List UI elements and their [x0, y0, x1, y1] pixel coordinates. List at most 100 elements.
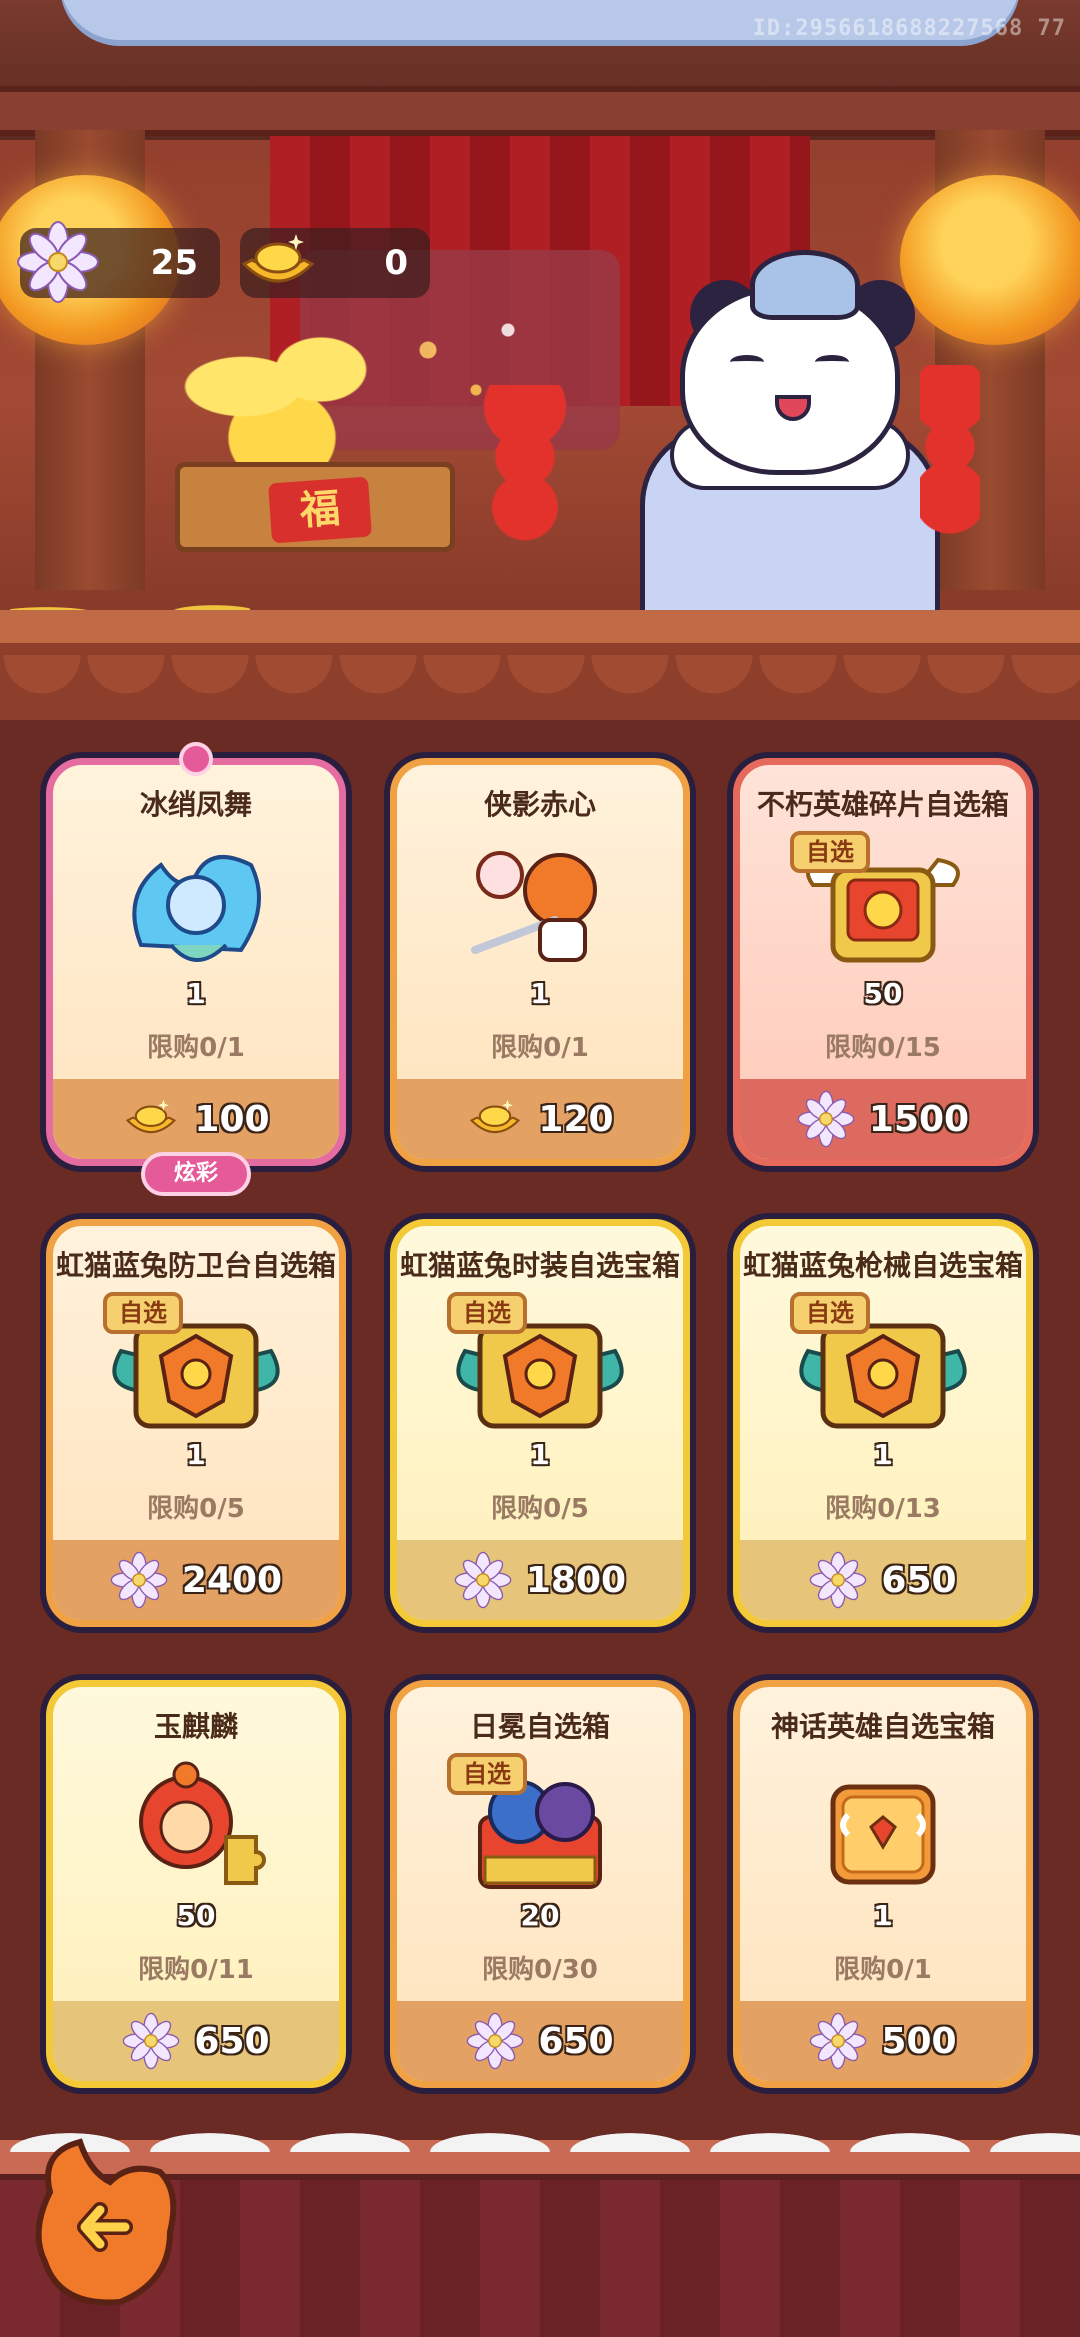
shop-item-card[interactable]: 日冕自选箱自选 20 限购0/30 650 — [384, 1674, 696, 2094]
price-bar[interactable]: 100 — [53, 1079, 339, 1159]
price-bar[interactable]: 1800 — [397, 1540, 683, 1620]
gem-ornament — [179, 742, 213, 776]
candied-haw-skewer — [920, 365, 980, 535]
item-title: 侠影赤心 — [483, 788, 596, 821]
item-quantity: 20 — [520, 1899, 560, 1932]
shop-item-card[interactable]: 神话英雄自选宝箱 1 限购0/1 500 — [727, 1674, 1039, 2094]
shop-item-card[interactable]: 不朽英雄碎片自选箱自选 50 限购0/15 1500 — [727, 752, 1039, 1172]
price-bar[interactable]: 2400 — [53, 1540, 339, 1620]
purchase-limit: 限购0/13 — [825, 1494, 941, 1524]
item-title: 虹猫蓝兔防卫台自选箱 — [55, 1249, 336, 1282]
shop-item-card[interactable]: 冰绡凤舞 1 限购0/1 100 炫彩 — [40, 742, 352, 1196]
item-quantity: 1 — [530, 977, 550, 1010]
card-frame: 冰绡凤舞 1 限购0/1 100 — [46, 758, 346, 1166]
lotus-icon — [454, 1551, 512, 1609]
item-title: 日冕自选箱 — [469, 1710, 610, 1743]
selectable-tag: 自选 — [790, 831, 870, 873]
item-title: 玉麒麟 — [153, 1710, 238, 1743]
item-price: 500 — [881, 2020, 957, 2062]
lotus-icon — [810, 2012, 867, 2070]
price-bar[interactable]: 650 — [53, 2001, 339, 2081]
shop-item-card[interactable]: 虹猫蓝兔时装自选宝箱自选 1 限购0/5 1800 — [384, 1213, 696, 1633]
roof-beam — [0, 86, 1080, 136]
candied-haws — [470, 385, 580, 565]
user-id: ID:2956618688227568 77 — [752, 16, 1066, 41]
purchase-limit: 限购0/1 — [834, 1955, 932, 1985]
shop-item-card[interactable]: 玉麒麟 50 限购0/11 650 — [40, 1674, 352, 2094]
purchase-limit: 限购0/30 — [482, 1955, 598, 1985]
shop-item-card[interactable]: 虹猫蓝兔枪械自选宝箱自选 1 限购0/13 650 — [727, 1213, 1039, 1633]
item-title: 冰绡凤舞 — [139, 788, 252, 821]
counter-scallop — [0, 655, 1080, 715]
card-frame: 神话英雄自选宝箱 1 限购0/1 500 — [733, 1680, 1033, 2088]
purchase-limit: 限购0/5 — [147, 1494, 245, 1524]
card-frame: 侠影赤心 1 限购0/1 120 — [390, 758, 690, 1166]
item-quantity: 1 — [186, 977, 206, 1010]
price-bar[interactable]: 650 — [740, 1540, 1026, 1620]
lotus-icon — [123, 2012, 180, 2070]
gold-ingot-icon — [470, 1099, 521, 1134]
gold-ingot-icon — [126, 1099, 177, 1134]
price-bar[interactable]: 650 — [397, 2001, 683, 2081]
item-title: 虹猫蓝兔枪械自选宝箱 — [742, 1249, 1023, 1282]
item-title: 不朽英雄碎片自选箱 — [756, 788, 1009, 821]
lotus-icon — [110, 1551, 168, 1609]
price-bar[interactable]: 1500 — [740, 1079, 1026, 1159]
shop-item-card[interactable]: 侠影赤心 1 限购0/1 120 — [384, 752, 696, 1172]
gold-ingot-icon — [241, 234, 315, 283]
price-bar[interactable]: 500 — [740, 2001, 1026, 2081]
item-price: 650 — [881, 1559, 957, 1601]
item-price: 2400 — [181, 1559, 283, 1601]
item-price: 1500 — [868, 1098, 970, 1140]
item-quantity: 1 — [873, 1899, 893, 1932]
selectable-tag: 自选 — [103, 1292, 183, 1334]
item-price: 1800 — [525, 1559, 627, 1601]
lotus-icon — [797, 1090, 855, 1148]
gold-ingot-pile — [165, 310, 425, 480]
back-button[interactable] — [20, 2132, 190, 2317]
price-bar[interactable]: 120 — [397, 1079, 683, 1159]
lotus-currency: 25 — [17, 221, 220, 303]
purchase-limit: 限购0/1 — [147, 1033, 245, 1063]
item-title: 神话英雄自选宝箱 — [770, 1710, 995, 1743]
selectable-tag: 自选 — [447, 1753, 527, 1795]
purchase-limit: 限购0/11 — [138, 1955, 254, 1985]
item-quantity: 1 — [530, 1438, 550, 1471]
qilin-puzzle-piece — [139, 1761, 266, 1885]
item-price: 650 — [194, 2020, 270, 2062]
purchase-limit: 限购0/5 — [491, 1494, 589, 1524]
colorful-badge: 炫彩 — [141, 1152, 251, 1196]
hero-skin-fox-swordsman — [471, 851, 597, 962]
panda-merchant — [600, 250, 980, 635]
shop-scene: 福 ID:2956618688227568 77 25 0 — [0, 0, 1080, 720]
fu-sign: 福 — [268, 476, 372, 544]
mythic-winged-chest — [830, 1784, 936, 1885]
item-title: 虹猫蓝兔时装自选宝箱 — [399, 1249, 680, 1282]
item-price: 120 — [538, 1098, 614, 1140]
shop-item-card[interactable]: 虹猫蓝兔防卫台自选箱自选 1 限购0/5 2400 — [40, 1213, 352, 1633]
panda-eye-left — [730, 355, 764, 369]
item-price: 100 — [194, 1098, 270, 1140]
panda-hat — [750, 250, 860, 320]
item-quantity: 1 — [873, 1438, 893, 1471]
lotus-icon — [17, 221, 99, 303]
purchase-limit: 限购0/1 — [491, 1033, 589, 1063]
card-frame: 玉麒麟 50 限购0/11 650 — [46, 1680, 346, 2088]
back-arrow-icon — [35, 2138, 177, 2306]
card-frame: 不朽英雄碎片自选箱自选 50 限购0/15 1500 — [733, 758, 1033, 1166]
lotus-amount: 25 — [150, 243, 198, 283]
card-frame: 虹猫蓝兔时装自选宝箱自选 1 限购0/5 1800 — [390, 1219, 690, 1627]
gold-currency: 0 — [240, 228, 430, 298]
lotus-icon — [810, 1551, 867, 1609]
card-frame: 日冕自选箱自选 20 限购0/30 650 — [390, 1680, 690, 2088]
selectable-tag: 自选 — [790, 1292, 870, 1334]
purchase-limit: 限购0/15 — [825, 1033, 941, 1063]
item-quantity: 50 — [863, 977, 903, 1010]
item-quantity: 1 — [186, 1438, 206, 1471]
gold-amount: 0 — [384, 243, 408, 283]
selectable-tag: 自选 — [447, 1292, 527, 1334]
hero-skin-ice-phoenix — [132, 855, 261, 962]
item-price: 650 — [538, 2020, 614, 2062]
lotus-icon — [467, 2012, 524, 2070]
panda-eye-right — [815, 355, 849, 369]
